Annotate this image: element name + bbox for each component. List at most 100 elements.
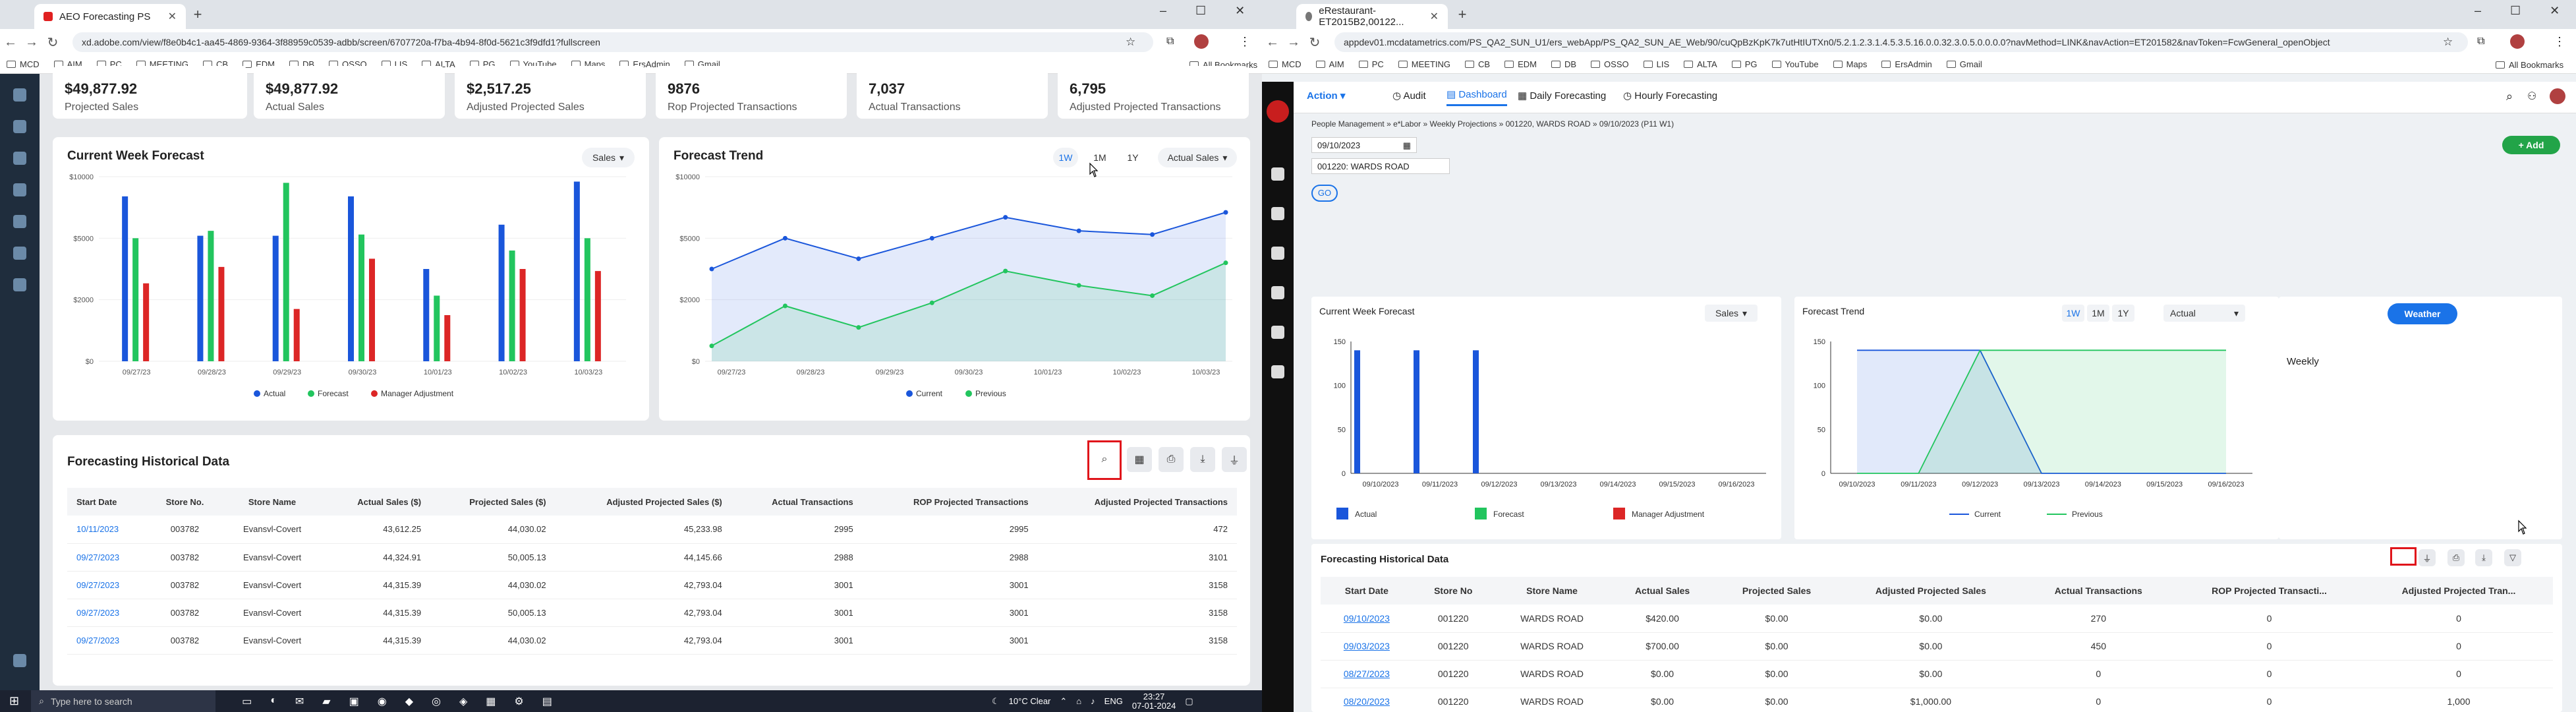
table-row[interactable]: 08/20/2023 001220 WARDS ROAD $0.00 $0.00 $1,0… [1321, 688, 2553, 712]
bookmark-item[interactable]: DB [1551, 59, 1576, 69]
nav-daily-forecasting[interactable]: ▦ Daily Forecasting [1518, 90, 1606, 102]
clock[interactable]: 23:27 07-01-2024 [1132, 692, 1176, 711]
network-icon[interactable]: ⌂ [1076, 696, 1081, 706]
column-header[interactable]: Actual Sales [1610, 577, 1715, 605]
reload-icon[interactable]: ↻ [1304, 34, 1325, 51]
print-icon[interactable]: ⎙ [2447, 549, 2465, 566]
bookmark-item[interactable]: MEETING [1398, 59, 1450, 69]
calendar-icon[interactable] [13, 215, 26, 228]
bookmark-item[interactable]: EDM [1504, 59, 1537, 69]
bookmark-item[interactable]: LIS [1643, 59, 1669, 69]
column-header[interactable]: Store Name [221, 488, 323, 516]
close-tab-icon[interactable]: ✕ [1430, 10, 1439, 23]
forward-icon[interactable]: → [21, 35, 42, 50]
table-row[interactable]: 09/27/2023 003782 Evansvl-Covert 44,324.91 5… [67, 543, 1237, 572]
right-active-tab[interactable]: eRestaurant-ET2015B2,00122... ✕ [1296, 4, 1448, 29]
bookmark-item[interactable]: CB [1465, 59, 1490, 69]
bookmark-item[interactable]: AIM [1315, 59, 1344, 69]
filter-icon[interactable]: ⏚ [1222, 447, 1247, 472]
date-link[interactable]: 09/10/2023 [1321, 605, 1413, 633]
minimize-icon[interactable]: – [1160, 4, 1166, 18]
bookmark-item[interactable]: Gmail [1946, 59, 1982, 69]
url-field[interactable]: xd.adobe.com/view/f8e0b4c1-aa45-4869-936… [72, 32, 1153, 52]
bookmark-item[interactable]: MCD [7, 59, 40, 69]
dashboard-icon[interactable] [13, 88, 26, 102]
column-header[interactable]: Projected Sales ($) [430, 488, 556, 516]
profile-avatar[interactable] [2510, 34, 2525, 49]
actual-sales-select[interactable]: Actual Sales ▾ [1158, 148, 1237, 167]
date-link[interactable]: 08/27/2023 [1321, 660, 1413, 688]
notifications-icon[interactable]: ▢ [1185, 696, 1193, 707]
back-icon[interactable]: ← [0, 35, 21, 50]
column-header[interactable]: ROP Projected Transactions [862, 488, 1038, 516]
report-icon[interactable] [13, 247, 26, 260]
firefox-icon[interactable]: ◉ [378, 695, 387, 708]
date-link[interactable]: 10/11/2023 [67, 516, 148, 544]
table-row[interactable]: 09/27/2023 003782 Evansvl-Covert 44,315.39 4… [67, 626, 1237, 655]
bookmark-item[interactable]: MCD [1269, 59, 1302, 69]
bookmark-item[interactable]: PC [1358, 59, 1384, 69]
home-icon[interactable] [1271, 167, 1284, 181]
column-header[interactable]: Actual Transactions [731, 488, 863, 516]
url-field[interactable]: appdev01.mcdatametrics.com/PS_QA2_SUN_U1… [1334, 32, 2468, 52]
settings-icon[interactable] [13, 654, 26, 667]
tray-arrow-icon[interactable]: ⌃ [1060, 696, 1067, 707]
table-row[interactable]: 09/10/2023 001220 WARDS ROAD $420.00 $0.00 $0… [1321, 605, 2553, 633]
action-menu[interactable]: Action ▾ [1307, 90, 1345, 102]
weather-button[interactable]: Weather [2388, 303, 2457, 324]
search-icon[interactable]: ⌕ [1092, 447, 1117, 472]
maximize-icon[interactable]: ☐ [1195, 4, 1206, 18]
profile-icon[interactable] [13, 278, 26, 291]
bookmark-item[interactable]: Maps [1833, 59, 1867, 69]
close-window-icon[interactable]: ✕ [2550, 4, 2560, 18]
reload-icon[interactable]: ↻ [42, 34, 63, 51]
user-icon[interactable] [1271, 247, 1284, 260]
calendar-icon[interactable]: ▦ [1127, 447, 1152, 472]
table-row[interactable]: 08/27/2023 001220 WARDS ROAD $0.00 $0.00 $0.0… [1321, 660, 2553, 688]
date-link[interactable]: 09/27/2023 [67, 571, 148, 599]
explorer-icon[interactable]: ▰ [322, 695, 330, 708]
column-header[interactable]: Adjusted Projected Sales [1839, 577, 2023, 605]
new-tab-button[interactable]: + [1453, 5, 1472, 24]
users-icon[interactable] [13, 183, 26, 196]
table-row[interactable]: 09/27/2023 003782 Evansvl-Covert 44,315.39 5… [67, 599, 1237, 627]
column-header[interactable]: Store No [1412, 577, 1494, 605]
column-header[interactable]: Store Name [1493, 577, 1611, 605]
volume-icon[interactable]: ♪ [1091, 696, 1095, 706]
star-icon[interactable]: ☆ [2443, 36, 2453, 49]
chart-icon[interactable] [13, 152, 26, 165]
column-header[interactable]: Projected Sales [1714, 577, 1839, 605]
back-icon[interactable]: ← [1262, 35, 1283, 50]
table-row[interactable]: 10/11/2023 003782 Evansvl-Covert 43,612.25 4… [67, 516, 1237, 544]
profile-avatar[interactable] [1194, 34, 1209, 49]
range-1m-button[interactable]: 1M [2087, 305, 2109, 322]
mail-icon[interactable]: ✉ [295, 695, 304, 708]
search-icon[interactable]: ⌕ [2506, 90, 2513, 104]
xd-icon[interactable]: ◆ [405, 695, 413, 708]
close-window-icon[interactable]: ✕ [1235, 4, 1245, 18]
windows-start-icon[interactable]: ⊞ [9, 694, 19, 708]
download-icon[interactable]: ⤓ [1190, 447, 1215, 472]
bookmark-item[interactable]: YouTube [1771, 59, 1819, 69]
table-row[interactable]: 09/27/2023 003782 Evansvl-Covert 44,315.39 4… [67, 571, 1237, 599]
chart-icon[interactable] [1271, 286, 1284, 299]
print-icon[interactable]: ⎙ [1159, 447, 1184, 472]
bookmark-item[interactable]: ErsAdmin [1881, 59, 1932, 69]
range-1y-button[interactable]: 1Y [2112, 305, 2134, 322]
date-link[interactable]: 08/20/2023 [1321, 688, 1413, 712]
actual-select[interactable]: Actual ▾ [2163, 305, 2245, 322]
column-header[interactable]: Adjusted Projected Transactions [1037, 488, 1237, 516]
range-1w-button[interactable]: 1W [2062, 305, 2084, 322]
close-tab-icon[interactable]: ✕ [168, 10, 177, 23]
range-1w-button[interactable]: 1W [1053, 148, 1078, 167]
funnel-icon[interactable]: ▽ [2504, 549, 2521, 566]
store-input[interactable]: 001220: WARDS ROAD [1311, 158, 1450, 174]
left-active-tab[interactable]: AEO Forecasting PS ✕ [34, 4, 186, 29]
new-tab-button[interactable]: + [188, 5, 207, 24]
column-header[interactable]: Adjusted Projected Sales ($) [555, 488, 731, 516]
sales-select[interactable]: Sales ▾ [1705, 305, 1758, 322]
date-link[interactable]: 09/27/2023 [67, 599, 148, 627]
column-header[interactable]: Start Date [67, 488, 148, 516]
edge-icon[interactable]: ◐ [270, 695, 277, 708]
menu-icon[interactable]: ⋮ [1239, 35, 1251, 49]
